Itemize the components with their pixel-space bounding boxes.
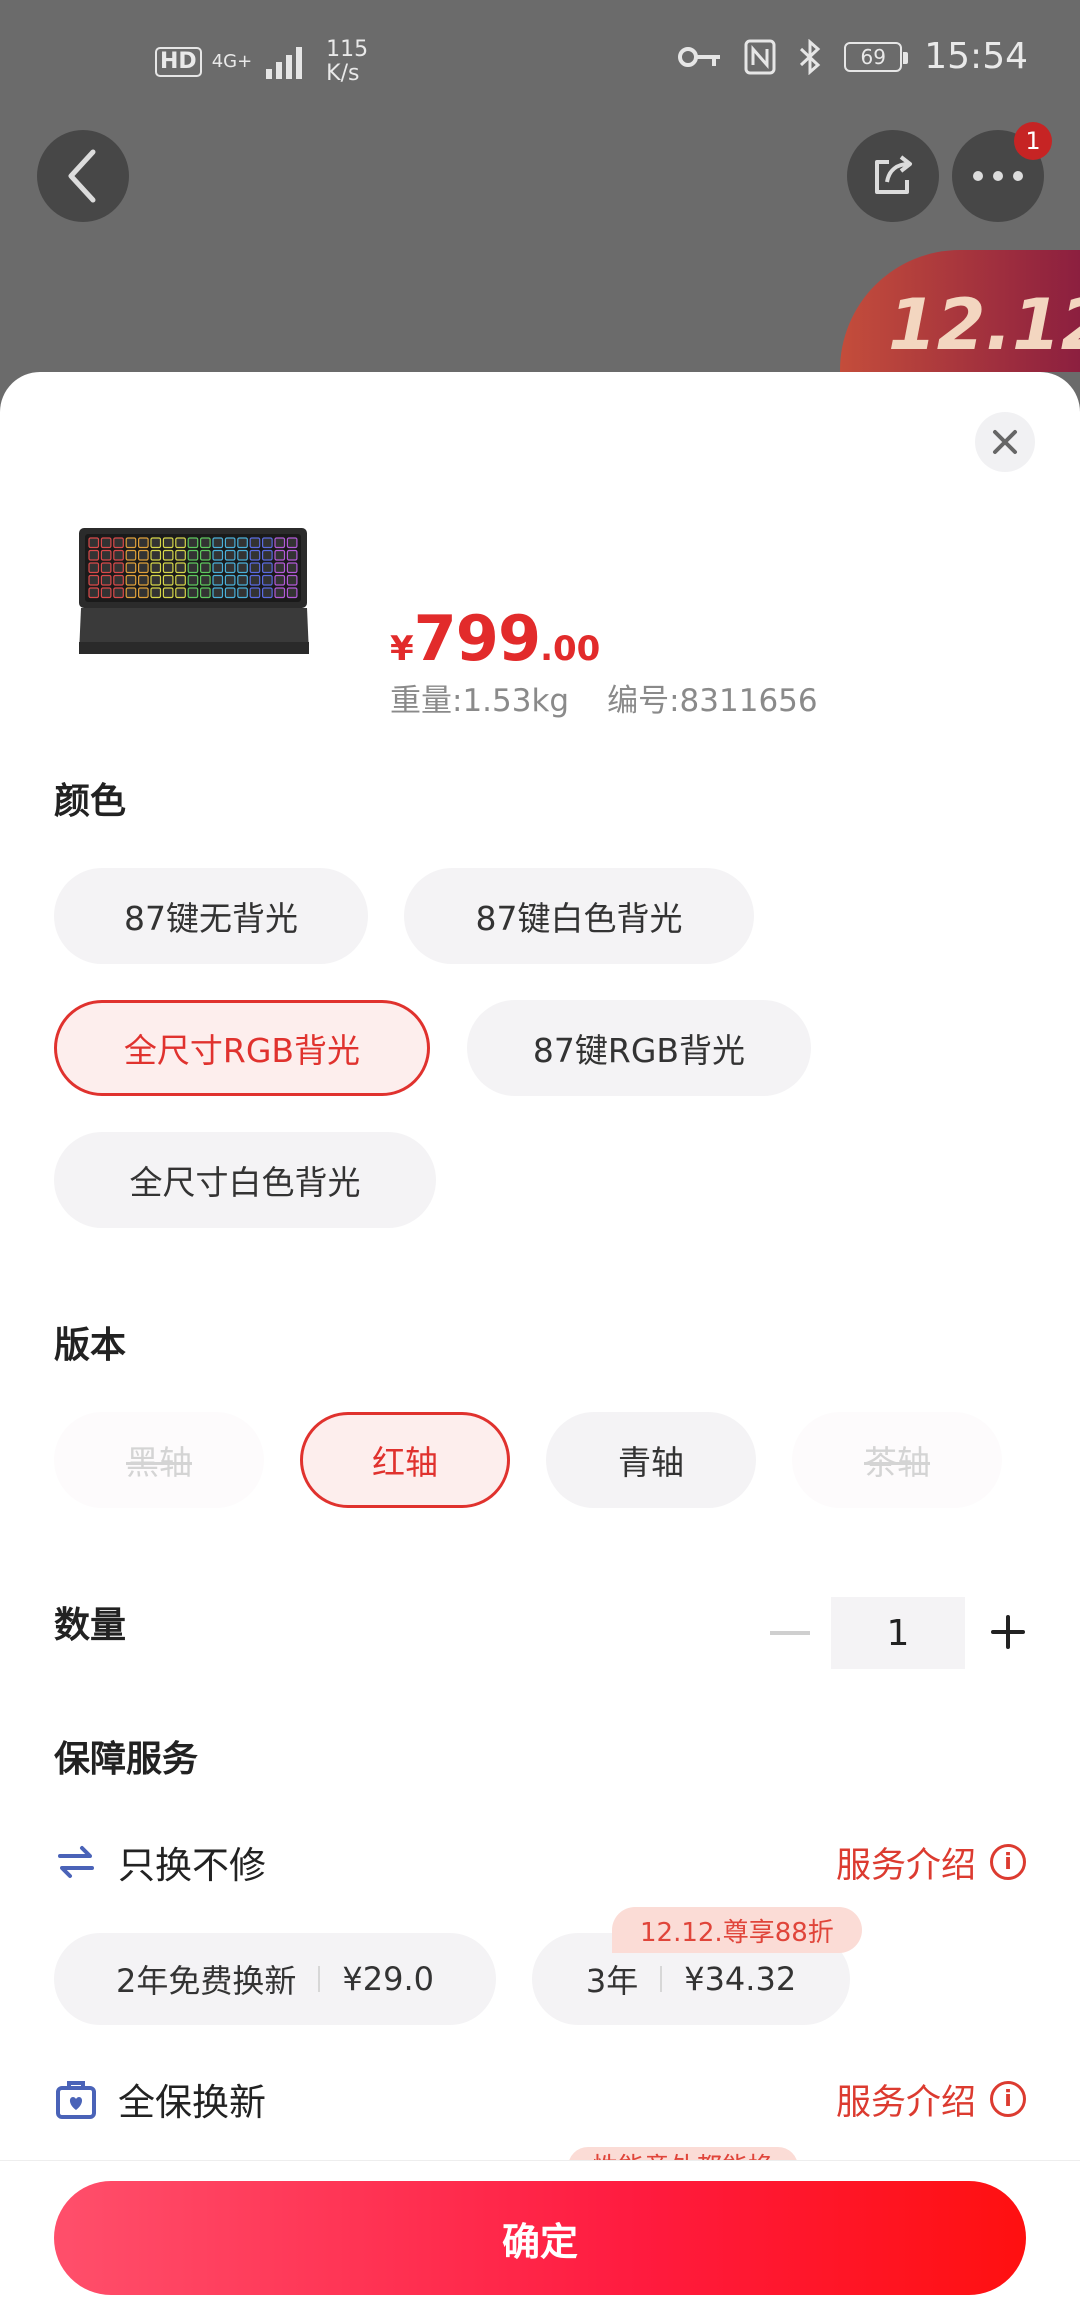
close-icon [993, 430, 1017, 454]
nfc-icon [744, 39, 776, 74]
color-title: 颜色 [54, 781, 127, 822]
product-image[interactable] [75, 522, 315, 662]
service-option-price: ¥29.0 [342, 1960, 434, 1998]
footer-bar: 确定 [0, 2160, 1080, 2310]
share-button[interactable] [847, 130, 939, 222]
sku-selection-sheet: ¥799.00 重量:1.53kg 编号:8311656 颜色 87键无背光 8… [0, 372, 1080, 2310]
speed-value: 115 [326, 37, 369, 62]
protection-bag-icon [56, 2081, 96, 2119]
color-option[interactable]: 87键白色背光 [404, 868, 754, 964]
status-right: 69 15:54 [678, 36, 1028, 77]
version-option-selected[interactable]: 红轴 [300, 1412, 510, 1508]
service-title: 保障服务 [54, 1739, 199, 1780]
more-dots-icon [973, 171, 1023, 181]
service-option-duration: 2年免费换新 [116, 1962, 297, 2000]
promo-banner[interactable]: 12.12 [840, 250, 1080, 372]
quantity-input[interactable]: 1 [831, 1597, 965, 1669]
color-option[interactable]: 全尺寸白色背光 [54, 1132, 436, 1228]
exchange-icon [58, 1846, 94, 1878]
service-option[interactable]: 2年免费换新 ¥29.0 [54, 1933, 496, 2025]
quantity-title: 数量 [54, 1605, 127, 1646]
signal-icon [266, 45, 303, 79]
back-button[interactable] [37, 130, 129, 222]
service-row-exchange: 只换不修 服务介绍 i [54, 1832, 1026, 1892]
more-button[interactable]: 1 [952, 122, 1052, 222]
quantity-decrease-button[interactable] [770, 1631, 810, 1635]
service-intro-link[interactable]: 服务介绍 i [836, 1837, 1026, 1888]
info-icon: i [990, 1844, 1026, 1880]
product-meta: 重量:1.53kg 编号:8311656 [390, 675, 818, 720]
confirm-button[interactable]: 确定 [54, 2181, 1026, 2295]
service-option-duration: 3年 [585, 1962, 639, 2000]
version-title: 版本 [54, 1325, 127, 1366]
bluetooth-icon [800, 38, 821, 75]
notification-badge: 1 [1014, 122, 1052, 160]
color-option[interactable]: 87键RGB背光 [467, 1000, 811, 1096]
speed-unit: K/s [326, 61, 360, 86]
price-decimal: .00 [540, 629, 601, 669]
network-speed: 115 K/s [326, 38, 368, 86]
close-button[interactable] [975, 412, 1035, 472]
status-bar: HD 4G+ 115 K/s 69 15:54 [0, 0, 1080, 120]
service-intro-label: 服务介绍 [835, 1845, 976, 1886]
product-sku: 编号:8311656 [607, 683, 818, 719]
product-weight: 重量:1.53kg [390, 683, 570, 719]
color-option[interactable]: 87键无背光 [54, 868, 368, 964]
key-icon [678, 46, 721, 67]
version-option-disabled: 黑轴 [54, 1412, 264, 1508]
hd-icon: HD [155, 47, 202, 77]
info-icon: i [990, 2081, 1026, 2117]
promo-text: 12.12 [888, 284, 1080, 366]
service-name: 只换不修 [118, 1844, 266, 1887]
service-option-price: ¥34.32 [684, 1960, 797, 1998]
service-intro-label: 服务介绍 [835, 2082, 976, 2123]
color-option-selected[interactable]: 全尺寸RGB背光 [54, 1000, 430, 1096]
divider [318, 1966, 321, 1992]
battery-icon: 69 [844, 41, 909, 72]
service-row-full-protection: 全保换新 服务介绍 i [54, 2069, 1026, 2129]
quantity-increase-button[interactable] [990, 1614, 1026, 1650]
service-name: 全保换新 [118, 2081, 266, 2124]
price: ¥799.00 [390, 602, 600, 675]
service-intro-link[interactable]: 服务介绍 i [836, 2074, 1026, 2125]
share-icon [875, 155, 912, 194]
price-currency: ¥ [390, 629, 414, 669]
network-type: 4G+ [211, 51, 253, 72]
divider [660, 1966, 663, 1992]
version-option[interactable]: 青轴 [546, 1412, 756, 1508]
clock: 15:54 [924, 36, 1028, 77]
chevron-left-icon [68, 149, 96, 203]
version-option-disabled: 茶轴 [792, 1412, 1002, 1508]
price-integer: 799 [413, 602, 541, 675]
discount-tag: 12.12.尊享88折 [612, 1907, 862, 1953]
status-left: HD 4G+ 115 K/s [155, 38, 368, 86]
